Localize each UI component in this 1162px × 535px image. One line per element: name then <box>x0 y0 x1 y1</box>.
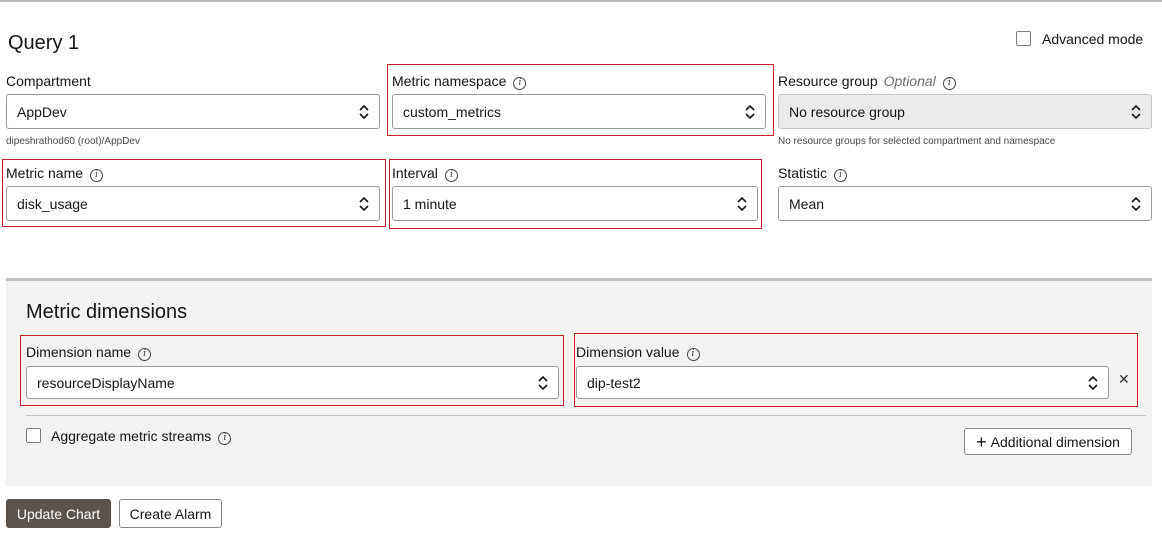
dimension-value-value: dip-test2 <box>587 374 641 391</box>
info-icon[interactable]: i <box>686 348 700 361</box>
info-icon[interactable]: i <box>513 77 527 90</box>
metric-name-label: Metric name i <box>6 165 104 182</box>
advanced-mode-checkbox[interactable] <box>1016 31 1031 46</box>
resource-group-select[interactable]: No resource group <box>778 94 1152 129</box>
dimension-name-label: Dimension name i <box>26 344 152 361</box>
compartment-path-hint: dipeshrathod60 (root)/AppDev <box>6 136 140 147</box>
chevron-up-down-icon <box>1131 196 1141 211</box>
metric-name-value: disk_usage <box>17 195 88 212</box>
create-alarm-button[interactable]: Create Alarm <box>119 499 222 528</box>
interval-select[interactable]: 1 minute <box>392 186 758 221</box>
plus-icon: + <box>976 431 987 452</box>
info-icon[interactable]: i <box>90 169 104 182</box>
info-icon[interactable]: i <box>834 169 848 182</box>
info-icon[interactable]: i <box>942 77 956 90</box>
resource-group-hint: No resource groups for selected compartm… <box>778 136 1056 147</box>
metric-namespace-value: custom_metrics <box>403 103 502 120</box>
statistic-select[interactable]: Mean <box>778 186 1152 221</box>
close-icon[interactable]: ✕ <box>1118 371 1130 388</box>
aggregate-streams-checkbox[interactable] <box>26 428 41 443</box>
dimensions-divider <box>26 415 1146 416</box>
info-icon[interactable]: i <box>218 432 232 445</box>
statistic-value: Mean <box>789 195 825 212</box>
top-divider <box>0 0 1162 2</box>
metric-name-select[interactable]: disk_usage <box>6 186 380 221</box>
query-title: Query 1 <box>8 32 80 54</box>
metric-namespace-label: Metric namespace i <box>392 73 527 90</box>
compartment-label: Compartment <box>6 73 91 89</box>
metric-namespace-select[interactable]: custom_metrics <box>392 94 766 129</box>
chevron-up-down-icon <box>359 104 369 119</box>
dimension-name-value: resourceDisplayName <box>37 374 175 391</box>
additional-dimension-button[interactable]: + Additional dimension <box>964 428 1132 455</box>
interval-value: 1 minute <box>403 195 457 212</box>
chevron-up-down-icon <box>737 196 747 211</box>
chevron-up-down-icon <box>745 104 755 119</box>
metric-dimensions-title: Metric dimensions <box>26 301 188 323</box>
additional-dimension-label: Additional dimension <box>990 433 1120 450</box>
aggregate-streams-label: Aggregate metric streams i <box>51 428 232 445</box>
resource-group-label: Resource group Optional i <box>778 73 956 90</box>
compartment-value: AppDev <box>17 103 67 120</box>
dimension-value-select[interactable]: dip-test2 <box>576 366 1109 399</box>
interval-label: Interval i <box>392 165 458 182</box>
info-icon[interactable]: i <box>444 169 458 182</box>
chevron-up-down-icon <box>1131 104 1141 119</box>
dimension-name-select[interactable]: resourceDisplayName <box>26 366 559 399</box>
info-icon[interactable]: i <box>138 348 152 361</box>
compartment-select[interactable]: AppDev <box>6 94 380 129</box>
optional-tag: Optional <box>883 73 936 89</box>
update-chart-button[interactable]: Update Chart <box>6 499 111 528</box>
resource-group-value: No resource group <box>789 103 905 120</box>
advanced-mode-label: Advanced mode <box>1042 31 1144 47</box>
chevron-up-down-icon <box>538 375 548 390</box>
chevron-up-down-icon <box>1088 375 1098 390</box>
chevron-up-down-icon <box>359 196 369 211</box>
statistic-label: Statistic i <box>778 165 848 182</box>
dimension-value-label: Dimension value i <box>576 344 700 361</box>
